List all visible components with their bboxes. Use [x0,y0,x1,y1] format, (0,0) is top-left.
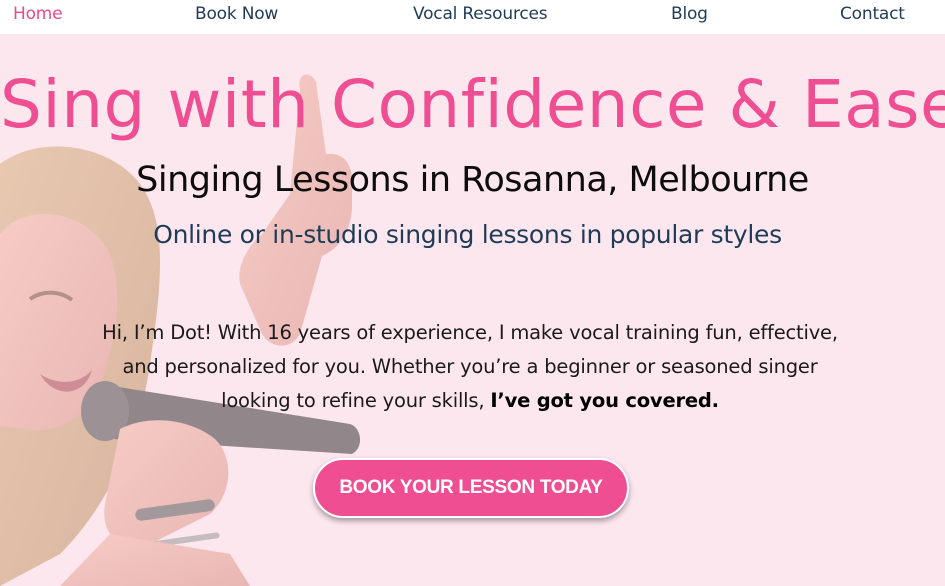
page: Home Book Now Vocal Resources Blog Conta… [0,0,945,586]
nav-item-vocal-resources[interactable]: Vocal Resources [413,4,548,24]
intro-emphasis: I’ve got you covered. [490,388,719,412]
nav-item-home[interactable]: Home [13,4,63,24]
nav-item-book-now[interactable]: Book Now [195,4,278,24]
book-lesson-button[interactable]: BOOK YOUR LESSON TODAY [313,458,629,518]
hero-intro-text: Hi, I’m Dot! With 16 years of experience… [100,316,840,418]
hero-section: Sing with Confidence & Ease Singing Less… [0,34,945,586]
nav-item-contact[interactable]: Contact [840,4,905,24]
hero-tagline: Online or in-studio singing lessons in p… [153,220,782,249]
hero-title: Sing with Confidence & Ease [0,66,945,143]
intro-text: Hi, I’m Dot! With 16 years of experience… [102,320,838,412]
top-navigation: Home Book Now Vocal Resources Blog Conta… [0,0,945,34]
nav-item-blog[interactable]: Blog [671,4,708,24]
hero-subtitle: Singing Lessons in Rosanna, Melbourne [136,160,809,200]
